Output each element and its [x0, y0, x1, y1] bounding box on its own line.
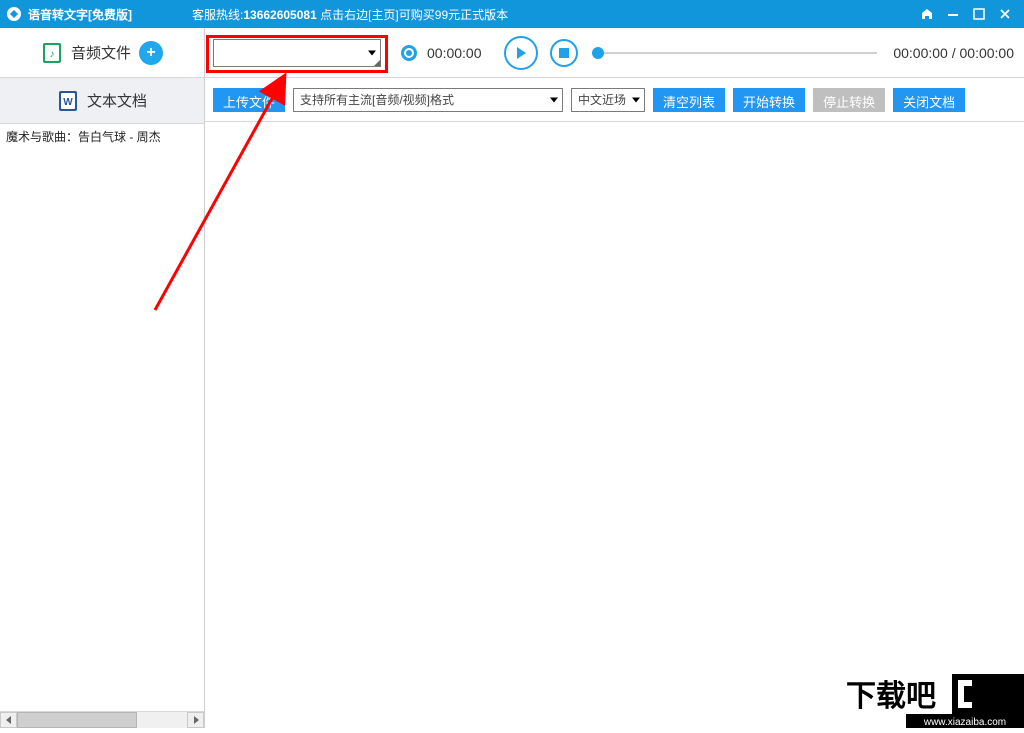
- content-area: [205, 122, 1024, 728]
- chevron-down-icon: [368, 50, 376, 55]
- hotline-suffix: 点击右边[主页]可购买99元正式版本: [317, 8, 508, 22]
- hotline-prefix: 客服热线:: [192, 8, 243, 22]
- close-doc-button[interactable]: 关闭文档: [893, 88, 965, 112]
- top-toolbar: ♪ 音频文件 + 00:00:00 00:00:00 / 00:00:00: [0, 28, 1024, 78]
- audio-file-icon: ♪: [41, 42, 63, 64]
- text-document-label: 文本文档: [87, 90, 147, 111]
- record-button[interactable]: [401, 45, 417, 61]
- file-list: 魔术与歌曲：告白气球 - 周杰: [0, 124, 204, 728]
- text-document-tab[interactable]: W 文本文档: [0, 78, 204, 124]
- format-combo-text: 支持所有主流[音频/视频]格式: [300, 91, 454, 108]
- file-select-combo[interactable]: [213, 39, 381, 67]
- play-button[interactable]: [504, 36, 538, 70]
- record-time: 00:00:00: [427, 45, 482, 61]
- resize-corner-icon: [374, 60, 380, 66]
- main-panel: 上传文件 支持所有主流[音频/视频]格式 中文近场 清空列表 开始转换 停止转换…: [205, 78, 1024, 728]
- action-toolbar: 上传文件 支持所有主流[音频/视频]格式 中文近场 清空列表 开始转换 停止转换…: [205, 78, 1024, 122]
- add-file-button[interactable]: +: [139, 41, 163, 65]
- svg-text:W: W: [63, 97, 73, 108]
- playback-time: 00:00:00 / 00:00:00: [893, 45, 1014, 61]
- language-combo-text: 中文近场: [578, 91, 626, 108]
- progress-slider[interactable]: [598, 43, 878, 63]
- audio-files-label: 音频文件: [71, 42, 131, 63]
- minimize-button[interactable]: [940, 4, 966, 24]
- app-icon: [6, 6, 22, 22]
- stop-convert-button: 停止转换: [813, 88, 885, 112]
- chevron-down-icon: [550, 97, 558, 102]
- clear-list-button[interactable]: 清空列表: [653, 88, 725, 112]
- audio-files-tab[interactable]: ♪ 音频文件 +: [0, 28, 205, 77]
- slider-thumb[interactable]: [592, 47, 604, 59]
- scrollbar-thumb[interactable]: [17, 712, 137, 728]
- horizontal-scrollbar[interactable]: [0, 711, 204, 728]
- scroll-left-arrow[interactable]: [0, 712, 17, 728]
- upload-file-button[interactable]: 上传文件: [213, 88, 285, 112]
- start-convert-button[interactable]: 开始转换: [733, 88, 805, 112]
- maximize-button[interactable]: [966, 4, 992, 24]
- chevron-down-icon: [632, 97, 640, 102]
- titlebar: 语音转文字[免费版] 客服热线:13662605081 点击右边[主页]可购买9…: [0, 0, 1024, 28]
- word-doc-icon: W: [57, 90, 79, 112]
- list-item[interactable]: 魔术与歌曲：告白气球 - 周杰: [0, 124, 204, 149]
- close-button[interactable]: [992, 4, 1018, 24]
- stop-button[interactable]: [550, 39, 578, 67]
- app-title: 语音转文字[免费版]: [28, 6, 132, 23]
- scroll-right-arrow[interactable]: [187, 712, 204, 728]
- format-combo[interactable]: 支持所有主流[音频/视频]格式: [293, 88, 563, 112]
- home-button[interactable]: [914, 4, 940, 24]
- sidebar: W 文本文档 魔术与歌曲：告白气球 - 周杰: [0, 78, 205, 728]
- svg-text:♪: ♪: [49, 49, 54, 60]
- hotline-text: 客服热线:13662605081 点击右边[主页]可购买99元正式版本: [192, 6, 508, 23]
- hotline-number: 13662605081: [243, 8, 316, 22]
- language-combo[interactable]: 中文近场: [571, 88, 645, 112]
